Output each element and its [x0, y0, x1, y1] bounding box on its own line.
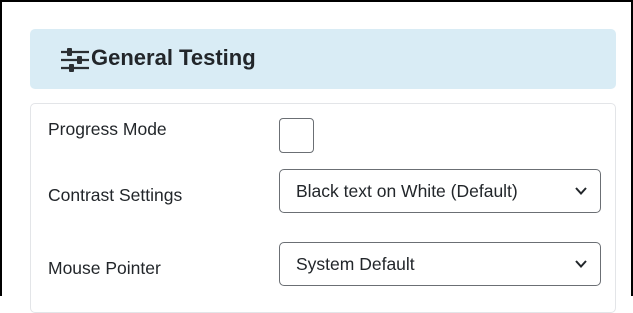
mouse-pointer-label: Mouse Pointer	[48, 258, 161, 278]
progress-mode-label: Progress Mode	[48, 119, 167, 139]
chevron-down-icon	[575, 187, 587, 195]
sliders-icon	[61, 48, 89, 72]
chevron-down-icon	[575, 260, 587, 268]
mouse-pointer-value: System Default	[296, 254, 415, 274]
progress-mode-checkbox[interactable]	[279, 118, 314, 153]
contrast-settings-select[interactable]: Black text on White (Default)	[279, 169, 601, 213]
settings-frame: General Testing Progress Mode Contrast S…	[0, 0, 633, 313]
mouse-pointer-select[interactable]: System Default	[279, 242, 601, 286]
panel-title: General Testing	[91, 45, 256, 70]
contrast-settings-value: Black text on White (Default)	[296, 181, 518, 201]
contrast-settings-label: Contrast Settings	[48, 185, 183, 205]
panel-header: General Testing	[30, 29, 616, 89]
